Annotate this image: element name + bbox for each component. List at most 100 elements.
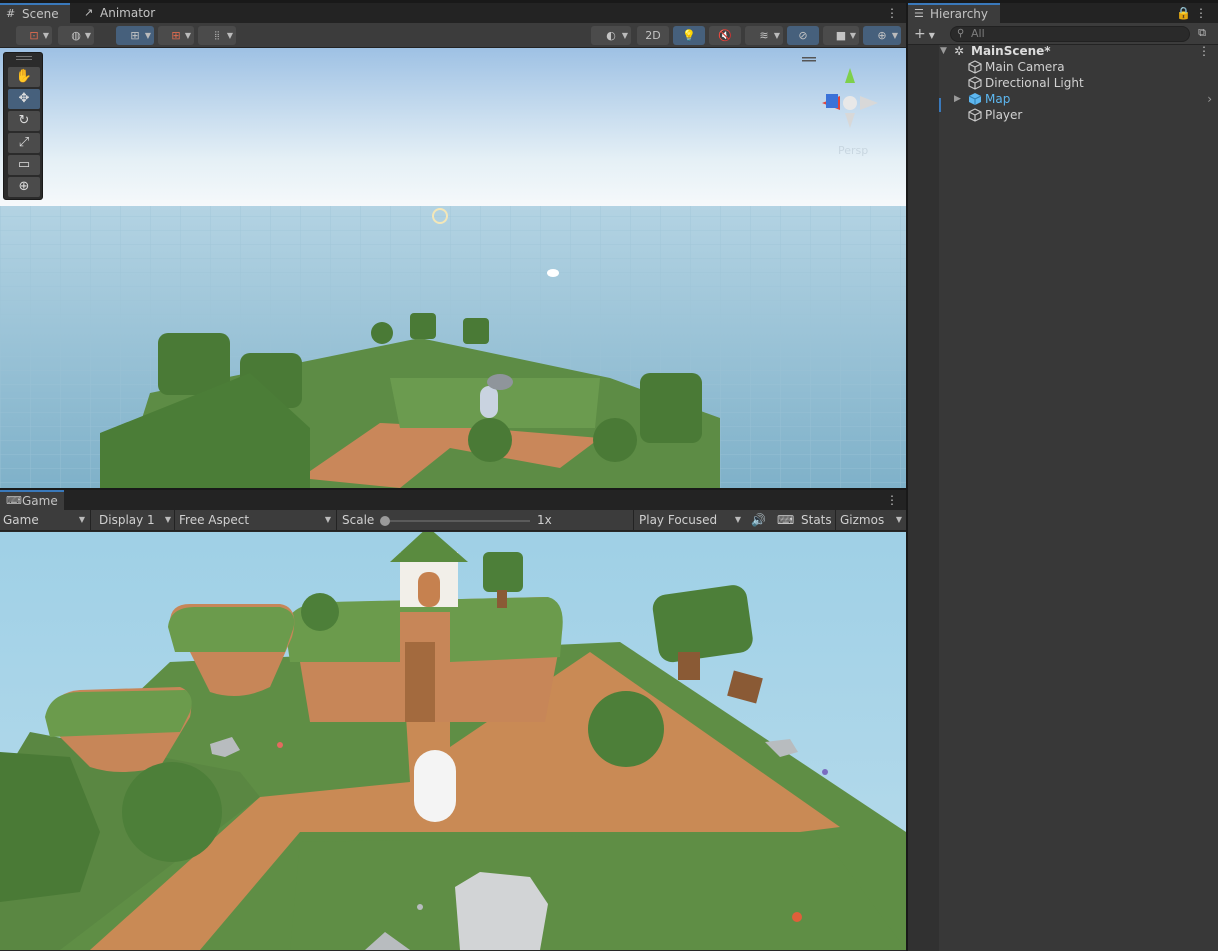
increment-snap-button[interactable]: ⊞ ▼ xyxy=(158,26,194,45)
scene-viewport[interactable]: Persp ✋ ✥ ↻ ⤢ ▭ ⊕ xyxy=(0,48,906,488)
item-label: Map xyxy=(985,92,1011,106)
align-button[interactable]: ⦙⦙ ▼ xyxy=(198,26,236,45)
gameobject-icon xyxy=(968,76,982,90)
play-mode-label: Play Focused xyxy=(639,513,718,527)
game-panel: ⌨ Game ⋮ Game ▼ Display 1 ▼ Free Aspect ▼ S… xyxy=(0,490,906,951)
game-mode-dropdown[interactable]: Game ▼ xyxy=(0,510,88,530)
scene-panel: # Scene ↗ Animator ⋮ ⊡ ▼ ◍ ▼ ⊞ ▼ ⊞ ▼ ⦙⦙ ▼ ◐ ▼ … xyxy=(0,3,906,488)
display-dropdown[interactable]: Display 1 ▼ xyxy=(96,510,174,530)
animator-icon: ↗ xyxy=(84,6,94,19)
search-icon: ⚲ xyxy=(957,28,965,39)
scene-root-row[interactable]: ▼ ✲ MainScene* ⋮ xyxy=(940,43,1210,59)
hierarchy-gutter xyxy=(908,45,939,951)
search-input[interactable]: ⚲ All xyxy=(950,26,1190,42)
speaker-icon[interactable]: 🔊 xyxy=(748,510,768,530)
lighting-toggle-button[interactable]: 💡 xyxy=(673,26,705,45)
rect-tool-icon[interactable]: ▭ xyxy=(8,155,40,175)
keyboard-icon[interactable]: ⌨ xyxy=(774,510,794,530)
tab-hierarchy[interactable]: ☰ Hierarchy xyxy=(908,3,1000,23)
stats-button[interactable]: Stats xyxy=(798,510,834,530)
hierarchy-toolbar: + ▼ ⚲ All ⧉ xyxy=(908,23,1218,45)
hierarchy-item-player[interactable]: Player xyxy=(968,107,1168,123)
effects-button[interactable]: ≋ ▼ xyxy=(745,26,783,45)
persp-label: Persp xyxy=(838,144,868,157)
gizmos-dropdown[interactable]: Gizmos ▼ xyxy=(837,510,905,530)
scale-slider-track[interactable] xyxy=(384,520,530,522)
aspect-label: Free Aspect xyxy=(179,513,250,527)
gamepad-icon: ⌨ xyxy=(6,494,22,507)
item-label: Main Camera xyxy=(985,60,1065,74)
chevron-right-icon[interactable]: › xyxy=(1207,91,1212,107)
scene-menu-icon[interactable]: ⋮ xyxy=(885,3,899,23)
move-tool-icon[interactable]: ✥ xyxy=(8,89,40,109)
tab-animator-label: Animator xyxy=(100,6,156,20)
game-viewport[interactable] xyxy=(0,532,906,950)
play-mode-dropdown[interactable]: Play Focused ▼ xyxy=(636,510,744,530)
scale-value: 1x xyxy=(537,513,552,527)
item-label: Player xyxy=(985,108,1023,122)
gizmo-icon: ⊕ xyxy=(877,29,887,42)
hand-tool-icon[interactable]: ✋ xyxy=(8,67,40,87)
scale-tool-icon[interactable]: ⤢ xyxy=(8,133,40,153)
scale-label: Scale xyxy=(342,513,375,527)
hierarchy-item-main-camera[interactable]: Main Camera xyxy=(968,59,1168,75)
chevron-down-icon: ▼ xyxy=(164,515,171,524)
gizmos-button[interactable]: ⊕ ▼ xyxy=(863,26,901,45)
game-tabbar: ⌨ Game ⋮ xyxy=(0,490,906,510)
tool-palette: ✋ ✥ ↻ ⤢ ▭ ⊕ xyxy=(3,52,43,200)
unity-scene-icon: ✲ xyxy=(954,44,965,58)
scene-name: MainScene* xyxy=(971,44,1051,58)
hierarchy-item-directional-light[interactable]: Directional Light xyxy=(968,75,1168,91)
gameobject-icon xyxy=(968,60,982,74)
globe-icon: ◍ xyxy=(71,29,81,42)
audio-toggle-button[interactable]: 🔇 xyxy=(709,26,741,45)
expand-arrow-icon: ▼ xyxy=(940,46,947,56)
tab-game[interactable]: ⌨ Game xyxy=(0,490,64,510)
rotate-tool-icon[interactable]: ↻ xyxy=(8,111,40,131)
game-render xyxy=(0,532,906,950)
grid-snap-button[interactable]: ⊞ ▼ xyxy=(116,26,154,45)
search-options-icon[interactable]: ⧉ xyxy=(1194,25,1210,41)
game-toolbar: Game ▼ Display 1 ▼ Free Aspect ▼ Scale 1x P… xyxy=(0,510,906,531)
mute-icon: 🔇 xyxy=(718,29,732,42)
scene-toolbar: ⊡ ▼ ◍ ▼ ⊞ ▼ ⊞ ▼ ⦙⦙ ▼ ◐ ▼ 2D 💡 🔇 ≋ ▼ ⊘ ■ ▼ ⊕ ▼ xyxy=(0,23,906,48)
scene-tabbar: # Scene ↗ Animator ⋮ xyxy=(0,3,906,23)
item-label: Directional Light xyxy=(985,76,1084,90)
game-menu-icon[interactable]: ⋮ xyxy=(885,490,899,510)
hierarchy-menu-icon[interactable]: ⋮ xyxy=(1194,3,1208,23)
hierarchy-tabbar: ☰ Hierarchy 🔒 ⋮ xyxy=(908,3,1218,23)
layers-icon: ≋ xyxy=(759,29,769,42)
lightbulb-icon: 💡 xyxy=(682,29,696,42)
hierarchy-list xyxy=(908,45,1218,951)
tool-handle-button[interactable]: ⊡ ▼ xyxy=(16,26,52,45)
sphere-icon: ◐ xyxy=(606,29,616,42)
grid-snap-icon: ⊞ xyxy=(130,29,140,42)
aspect-dropdown[interactable]: Free Aspect ▼ xyxy=(176,510,334,530)
add-button[interactable]: + ▼ xyxy=(914,24,944,44)
scene-render: Persp xyxy=(0,48,906,488)
ruler-icon: ⦙⦙ xyxy=(214,29,220,42)
hidden-eye-icon: ⊘ xyxy=(798,29,808,42)
expand-arrow-icon[interactable]: ▶ xyxy=(954,91,961,107)
chevron-down-icon: ▼ xyxy=(78,515,85,524)
list-icon: ☰ xyxy=(914,7,924,20)
hash-grid-icon: # xyxy=(6,7,16,20)
lock-icon[interactable]: 🔒 xyxy=(1176,3,1191,23)
shading-mode-button[interactable]: ◐ ▼ xyxy=(591,26,631,45)
tab-animator[interactable]: ↗ Animator xyxy=(78,3,158,23)
camera-button[interactable]: ■ ▼ xyxy=(823,26,859,45)
snap-icon: ⊞ xyxy=(171,29,181,42)
scale-slider-thumb[interactable] xyxy=(380,516,390,526)
selection-indicator xyxy=(939,98,941,112)
display-label: Display 1 xyxy=(99,513,155,527)
prefab-icon xyxy=(968,93,982,105)
gizmos-label: Gizmos xyxy=(840,513,885,527)
hierarchy-item-map[interactable]: ▶ Map › xyxy=(954,91,1212,107)
transform-tool-icon[interactable]: ⊕ xyxy=(8,177,40,197)
camera-icon: ■ xyxy=(835,29,847,42)
visibility-toggle-button[interactable]: ⊘ xyxy=(787,26,819,45)
global-toggle-button[interactable]: ◍ ▼ xyxy=(58,26,94,45)
scene-menu-icon[interactable]: ⋮ xyxy=(1198,43,1210,59)
2d-toggle-button[interactable]: 2D xyxy=(637,26,669,45)
tab-scene[interactable]: # Scene xyxy=(0,3,70,23)
